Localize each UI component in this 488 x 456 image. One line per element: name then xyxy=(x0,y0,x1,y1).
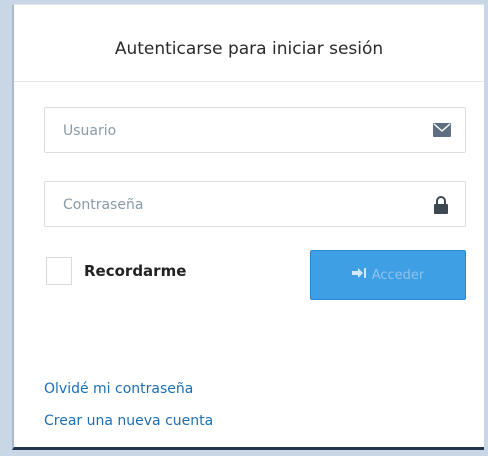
login-button-label: Acceder xyxy=(371,267,425,283)
login-card: Autenticarse para iniciar sesión Recorda… xyxy=(12,4,484,450)
lock-icon xyxy=(433,196,451,214)
login-title: Autenticarse para iniciar sesión xyxy=(114,39,384,59)
password-field[interactable] xyxy=(44,181,466,228)
forgot-password-link[interactable]: Olvidé mi contraseña xyxy=(44,381,193,397)
username-field[interactable] xyxy=(44,107,466,154)
create-account-link[interactable]: Crear una nueva cuenta xyxy=(44,413,213,429)
login-button[interactable]: Acceder xyxy=(310,250,466,300)
remember-checkbox[interactable] xyxy=(46,257,72,285)
envelope-icon xyxy=(433,122,451,138)
sign-in-icon xyxy=(351,267,366,283)
username-input[interactable] xyxy=(61,108,405,154)
password-input[interactable] xyxy=(61,182,405,228)
remember-label[interactable]: Recordarme xyxy=(84,262,186,280)
title-divider xyxy=(14,81,484,82)
